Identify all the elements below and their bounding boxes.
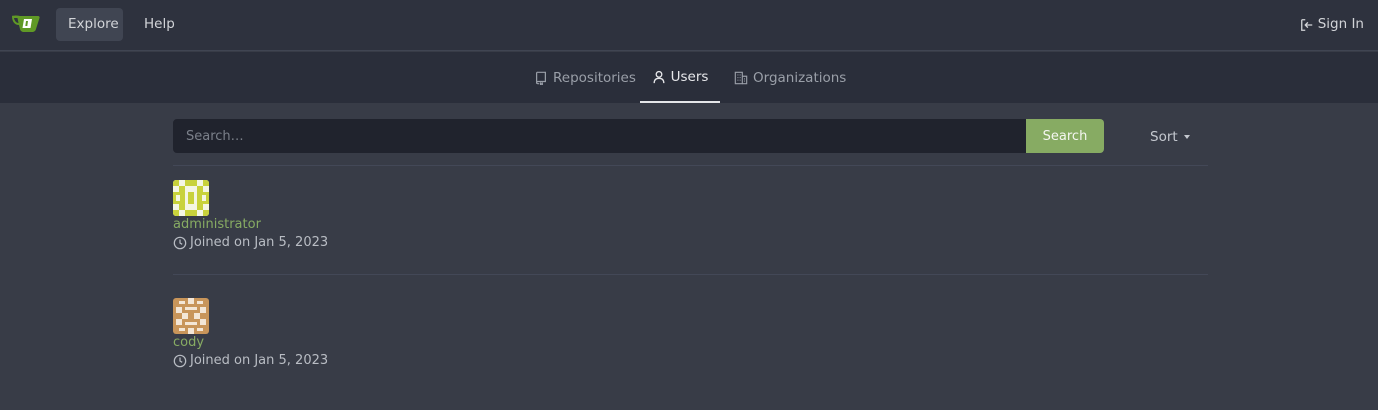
gitea-logo-icon[interactable] (10, 10, 42, 36)
joined-date: Joined on Jan 5, 2023 (173, 235, 573, 250)
sign-in-label: Sign In (1317, 16, 1364, 32)
username-link[interactable]: administrator (173, 217, 573, 232)
top-navbar: Explore Help Sign In (0, 0, 1378, 51)
tab-repositories[interactable]: Repositories (534, 52, 636, 103)
nav-help[interactable]: Help (132, 8, 184, 41)
sort-label: Sort (1150, 129, 1178, 145)
search-button[interactable]: Search (1026, 119, 1104, 153)
joined-text: Joined on Jan 5, 2023 (190, 235, 329, 250)
divider (173, 274, 1208, 275)
organization-icon (734, 71, 748, 84)
divider (173, 165, 1208, 166)
user-list-item: administrator Joined on Jan 5, 2023 (173, 180, 573, 250)
avatar[interactable] (173, 298, 209, 334)
tab-users[interactable]: Users (640, 52, 720, 103)
clock-icon (173, 236, 187, 249)
avatar[interactable] (173, 180, 209, 216)
joined-text: Joined on Jan 5, 2023 (190, 353, 329, 368)
person-icon (653, 70, 665, 83)
sign-in-icon (1300, 18, 1312, 31)
tab-label: Organizations (753, 69, 847, 86)
clock-icon (173, 354, 187, 367)
sort-dropdown[interactable]: Sort (1150, 127, 1190, 147)
username-link[interactable]: cody (173, 335, 573, 350)
user-list-item: cody Joined on Jan 5, 2023 (173, 298, 573, 368)
nav-explore[interactable]: Explore (56, 8, 123, 41)
tab-label: Repositories (553, 69, 636, 86)
joined-date: Joined on Jan 5, 2023 (173, 353, 573, 368)
tab-organizations[interactable]: Organizations (734, 52, 846, 103)
repo-icon (536, 71, 546, 85)
search-input[interactable] (173, 119, 1027, 153)
tab-label: Users (670, 68, 709, 85)
explore-tabs: Repositories Users Organizations (0, 52, 1378, 103)
caret-down-icon (1183, 135, 1190, 139)
sign-in-link[interactable]: Sign In (1300, 8, 1364, 41)
